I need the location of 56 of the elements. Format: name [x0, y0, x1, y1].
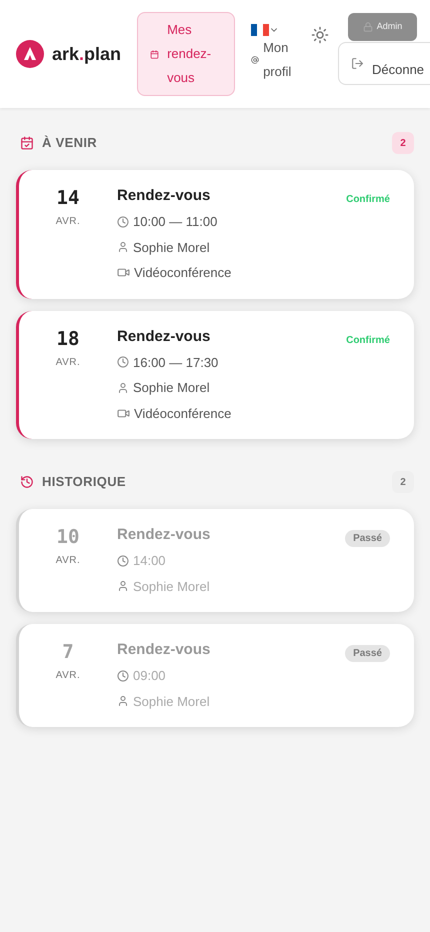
month-label: AVR.	[56, 215, 80, 229]
status-label: Confirmé	[346, 334, 390, 346]
month-label: AVR.	[56, 554, 80, 568]
logo-icon	[16, 40, 44, 68]
logo-text[interactable]: ark.plan	[52, 40, 122, 68]
day-number: 7	[62, 640, 74, 664]
person-name: Sophie Morel	[133, 578, 210, 596]
clock-icon	[117, 554, 129, 567]
count-badge: 2	[392, 471, 414, 493]
appointment-time: 09:00	[133, 667, 166, 685]
person-icon	[117, 580, 129, 592]
clock-icon	[117, 670, 129, 682]
status-badge: Passé	[345, 645, 390, 662]
nav-link[interactable]: Mes rendez-vous	[137, 12, 236, 96]
section-title: À VENIR	[42, 134, 98, 152]
status-label: Confirmé	[346, 194, 390, 205]
lock-icon	[362, 22, 373, 32]
appointment-title: Rendez-vous	[117, 525, 212, 545]
appointment-time: 10:00 — 11:00	[133, 213, 218, 231]
calendar-check-icon	[20, 136, 34, 150]
appointment-card[interactable]: 18 AVR. Rendez-vous 16:00 — 17:30 Sophie Morel Vidéoconférence Confirmé	[16, 310, 414, 439]
day-number: 10	[56, 525, 80, 549]
status-badge: Passé	[345, 530, 390, 547]
location-label: Vidéoconférence	[134, 404, 232, 422]
clock-icon	[117, 216, 129, 228]
person-icon	[117, 382, 129, 394]
person-name: Sophie Morel	[133, 692, 210, 711]
person-name: Sophie Morel	[133, 379, 210, 397]
clock-icon	[117, 356, 129, 368]
location-label: Vidéoconférence	[134, 264, 232, 282]
month-label: AVR.	[56, 669, 80, 683]
appointment-title: Rendez-vous	[117, 326, 212, 346]
appointment-time: 14:00	[133, 552, 166, 570]
appointment-card[interactable]: 14 AVR. Rendez-vous 10:00 — 11:00 Sophie Morel Vidéoconférence Confirmé	[16, 170, 414, 298]
appointment-title: Rendez-vous	[117, 640, 212, 660]
appointment-card[interactable]: 10 AVR. Rendez-vous 14:00 Sophie Morel Passé	[16, 509, 414, 612]
day-number: 18	[56, 326, 80, 350]
appointment-title: Rendez-vous	[117, 186, 212, 206]
video-icon	[117, 406, 130, 420]
profile-icon	[251, 56, 260, 64]
appointment-card[interactable]: 7 AVR. Rendez-vous 09:00 Sophie Morel Passé	[16, 624, 414, 727]
section-title: HISTORIQUE	[42, 473, 126, 492]
appointment-time: 16:00 — 17:30	[133, 354, 218, 372]
count-badge: 2	[392, 132, 414, 154]
month-label: AVR.	[56, 356, 80, 370]
history-icon	[20, 475, 34, 489]
nav-link[interactable]: Mon profil	[251, 36, 300, 84]
flag-icon[interactable]	[251, 24, 270, 36]
logout-icon	[351, 56, 364, 70]
day-number: 14	[56, 186, 80, 210]
theme-icon[interactable]	[311, 26, 330, 44]
person-icon	[117, 241, 129, 254]
person-icon	[117, 695, 129, 708]
video-icon	[117, 266, 130, 280]
calendar-icon	[150, 50, 160, 58]
person-name: Sophie Morel	[133, 238, 210, 257]
